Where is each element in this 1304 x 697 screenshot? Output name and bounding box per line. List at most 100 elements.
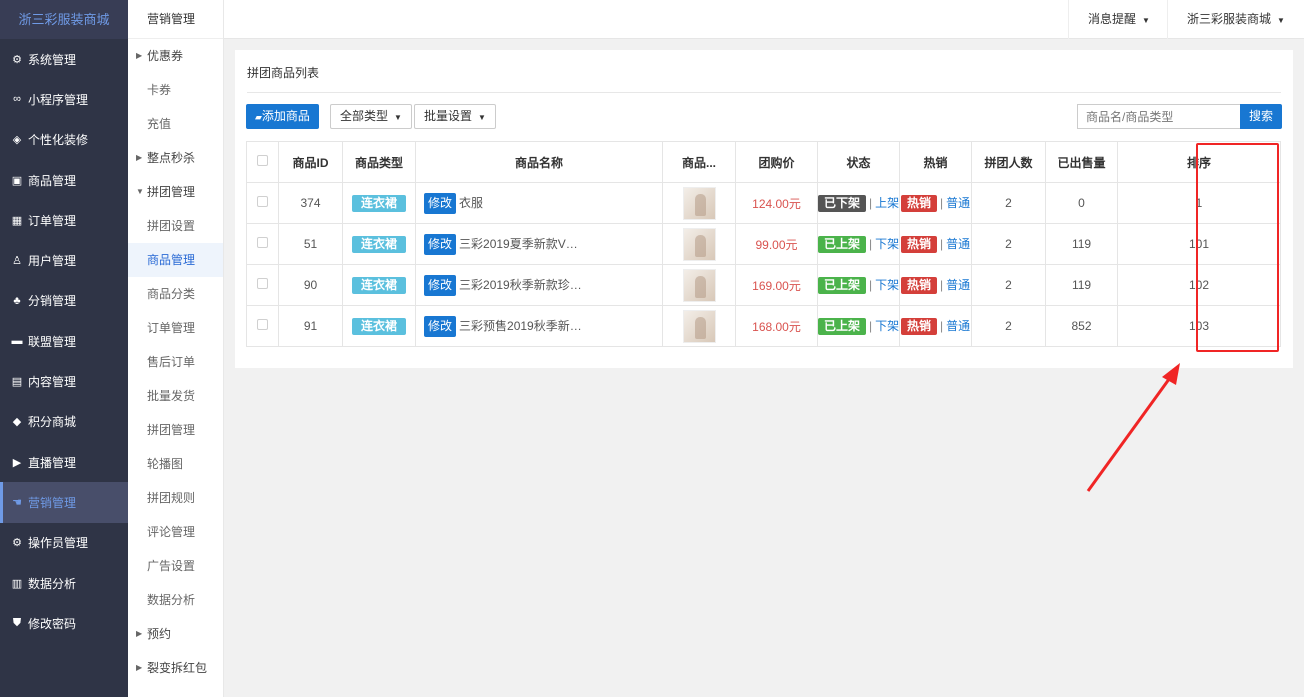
normal-link[interactable]: 普通	[946, 319, 970, 333]
store-label: 浙三彩服装商城	[1187, 12, 1272, 26]
subnav-item[interactable]: ▶ 优惠券	[128, 39, 223, 73]
sidebar-item-label: 数据分析	[28, 576, 77, 591]
sidebar-item-label: 商品管理	[28, 173, 77, 188]
sidebar-item[interactable]: ▣ 商品管理	[0, 160, 128, 200]
status-toggle-link[interactable]: 下架	[875, 278, 898, 292]
subnav-item-label: 商品管理	[147, 253, 196, 267]
sitemap-icon: ♣	[13, 294, 21, 307]
subnav-item-label: 整点秒杀	[147, 151, 196, 165]
sidebar-item[interactable]: ▦ 订单管理	[0, 200, 128, 240]
brand-title[interactable]: 浙三彩服装商城	[0, 0, 128, 39]
product-thumbnail[interactable]	[682, 268, 716, 302]
subnav-item[interactable]: ▼ 拼团管理	[128, 175, 223, 209]
row-checkbox[interactable]	[257, 319, 268, 330]
product-id: 91	[278, 305, 343, 347]
subnav-item[interactable]: 商品管理	[128, 243, 223, 277]
column-header: 商品ID	[278, 141, 343, 183]
subnav-item[interactable]: 卡券	[128, 73, 223, 107]
row-checkbox[interactable]	[257, 278, 268, 289]
sidebar-item[interactable]: ▥ 数据分析	[0, 563, 128, 603]
subnav-item[interactable]: 广告设置	[128, 549, 223, 583]
separator: |	[869, 196, 873, 210]
search-button[interactable]: 搜索	[1240, 104, 1282, 129]
caret-down-icon: ▼	[1142, 16, 1150, 25]
sidebar-item[interactable]: ⚙ 系统管理	[0, 39, 128, 79]
sidebar-item[interactable]: ☚ 营销管理	[0, 482, 128, 523]
sidebar-item[interactable]: ▤ 内容管理	[0, 361, 128, 401]
search-input[interactable]	[1077, 104, 1241, 129]
separator: |	[939, 237, 944, 251]
row-checkbox[interactable]	[257, 237, 268, 248]
subnav-item[interactable]: 订单管理	[128, 311, 223, 345]
row-checkbox[interactable]	[257, 196, 268, 207]
subnav-item[interactable]: 充值	[128, 107, 223, 141]
subnav-item[interactable]: 拼团管理	[128, 413, 223, 447]
subnav-item[interactable]: 拼团设置	[128, 209, 223, 243]
subnav-item[interactable]: 售后订单	[128, 345, 223, 379]
hot-badge: 热销	[900, 277, 937, 294]
top-bar: 消息提醒 ▼ 浙三彩服装商城 ▼	[224, 0, 1304, 39]
normal-link[interactable]: 普通	[946, 278, 970, 292]
product-type-badge: 连衣裙	[351, 276, 406, 294]
group-size: 2	[971, 223, 1047, 265]
status-cell: 已上架 | 下架	[817, 264, 901, 306]
sidebar-item[interactable]: ▬ 联盟管理	[0, 321, 128, 361]
subnav-item-label: 轮播图	[147, 457, 184, 471]
sidebar-item[interactable]: ◈ 个性化装修	[0, 120, 128, 160]
batch-settings-dropdown[interactable]: 批量设置 ▼	[414, 104, 496, 129]
edit-name-button[interactable]: 修改	[424, 192, 457, 214]
subnav-item-label: 优惠券	[147, 49, 184, 63]
add-product-button[interactable]: ▰添加商品	[246, 104, 319, 129]
sidebar-item[interactable]: ⛊ 修改密码	[0, 603, 128, 643]
status-toggle-link[interactable]: 上架	[875, 196, 898, 210]
type-filter-dropdown[interactable]: 全部类型 ▼	[330, 104, 412, 129]
product-thumbnail[interactable]	[682, 227, 716, 261]
product-type-badge: 连衣裙	[351, 235, 406, 253]
subnav-item[interactable]: 数据分析	[128, 583, 223, 617]
subnav-item[interactable]: ▶ 裂变拆红包	[128, 651, 223, 685]
sold-count: 119	[1045, 223, 1119, 265]
messages-dropdown[interactable]: 消息提醒 ▼	[1068, 0, 1169, 39]
product-thumbnail[interactable]	[682, 309, 716, 343]
sidebar-item[interactable]: ▶ 直播管理	[0, 442, 128, 482]
product-name-cell: 修改 三彩预售2019秋季新…	[414, 305, 664, 347]
subnav-item[interactable]: ▶ 整点秒杀	[128, 141, 223, 175]
subnav-item[interactable]: 拼团规则	[128, 481, 223, 515]
status-badge: 已上架	[818, 236, 867, 253]
separator: |	[869, 319, 873, 333]
subnav-title: 营销管理	[128, 0, 223, 39]
normal-link[interactable]: 普通	[946, 196, 970, 210]
subnav-item[interactable]: 轮播图	[128, 447, 223, 481]
sidebar-item[interactable]: ♙ 用户管理	[0, 240, 128, 280]
sidebar-item[interactable]: ⚙ 操作员管理	[0, 523, 128, 563]
sidebar-item[interactable]: ♣ 分销管理	[0, 281, 128, 321]
subnav-item[interactable]: 批量发货	[128, 379, 223, 413]
status-toggle-link[interactable]: 下架	[875, 319, 898, 333]
group-price: 99.00元	[735, 223, 819, 265]
status-toggle-link[interactable]: 下架	[875, 237, 898, 251]
store-icon: ▬	[11, 335, 23, 348]
normal-link[interactable]: 普通	[946, 237, 970, 251]
select-all-checkbox[interactable]	[257, 155, 268, 166]
sidebar-item[interactable]: ◆ 积分商城	[0, 402, 128, 442]
annotation-highlight-box	[1196, 143, 1279, 352]
column-header: 状态	[817, 141, 901, 183]
product-name: 三彩2019夏季新款V…	[459, 236, 578, 251]
subnav-item[interactable]: 评论管理	[128, 515, 223, 549]
subnav-item[interactable]: 商品分类	[128, 277, 223, 311]
subnav-item-label: 数据分析	[147, 593, 196, 607]
sidebar-item[interactable]: ∞ 小程序管理	[0, 79, 128, 119]
table-row: 91 连衣裙 修改 三彩预售2019秋季新… 168.00元 已上架 | 下架 热销 | 普通 2 85…	[246, 305, 1282, 347]
store-dropdown[interactable]: 浙三彩服装商城 ▼	[1167, 0, 1304, 39]
sidebar-item-label: 分销管理	[28, 294, 77, 309]
subnav-item[interactable]: ▶ 预约	[128, 617, 223, 651]
add-product-label: 添加商品	[261, 109, 310, 123]
edit-name-button[interactable]: 修改	[424, 274, 457, 296]
edit-name-button[interactable]: 修改	[424, 315, 457, 337]
sidebar: 浙三彩服装商城 ⚙ 系统管理 ∞ 小程序管理 ◈ 个性化装修 ▣ 商品管理 ▦ 订单管理 ♙ 用户管理…	[0, 0, 128, 697]
separator: |	[939, 319, 944, 333]
edit-name-button[interactable]: 修改	[424, 233, 457, 255]
product-thumbnail[interactable]	[682, 186, 716, 220]
subnav-item-label: 拼团规则	[147, 491, 196, 505]
select-cell	[246, 305, 279, 347]
